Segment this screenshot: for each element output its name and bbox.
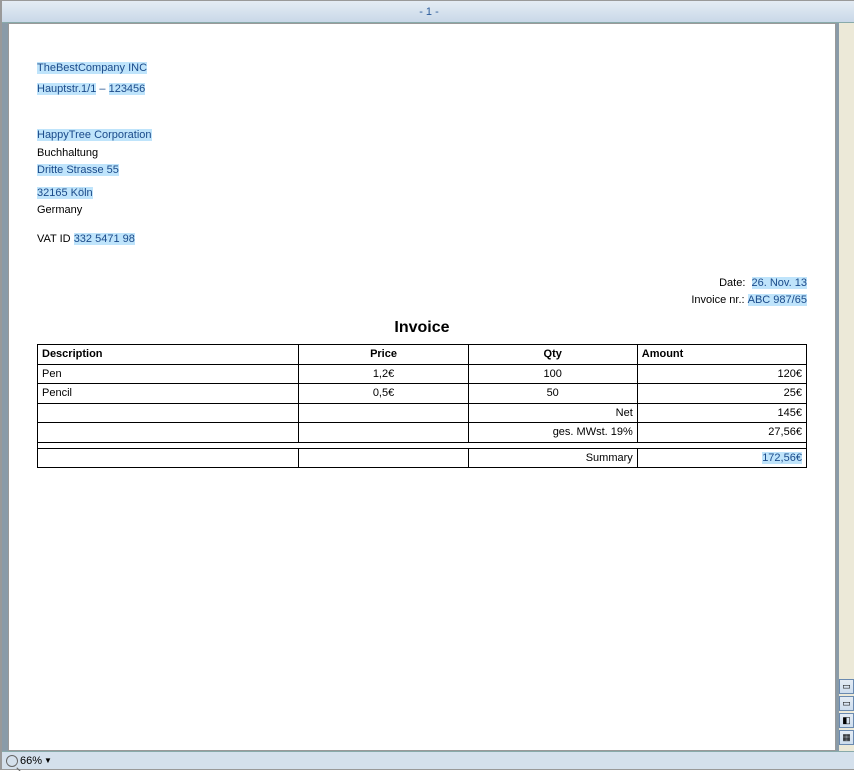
tool-button-4[interactable]: ▦ — [839, 730, 854, 745]
net-value: 145€ — [637, 403, 806, 423]
doc-city: 32165 Köln — [37, 187, 93, 199]
tool-button-3[interactable]: ◧ — [839, 713, 854, 728]
zoom-icon — [6, 755, 18, 767]
table-row: Pencil0,5€5025€ — [38, 384, 807, 404]
doc-vertical-scrollbar[interactable] — [839, 23, 854, 751]
doc-addr-zip: 123456 — [109, 83, 146, 95]
viewer-tools: ▭ ▭ ◧ ▦ — [839, 679, 854, 745]
doc-invoice-title: Invoice — [37, 316, 807, 340]
document-page: TheBestCompany INC Hauptstr.1/1 – 123456… — [8, 23, 836, 751]
doc-date-label: Date: — [719, 277, 745, 289]
doc-horizontal-scrollbar[interactable] — [56, 752, 854, 769]
foot-acc-label: Account No — [692, 750, 749, 751]
sum-value: 172,56€ — [762, 452, 802, 464]
doc-vat-label: VAT ID — [37, 233, 71, 245]
doc-addr-line: Hauptstr.1/1 — [37, 83, 96, 95]
doc-company: TheBestCompany INC — [37, 62, 147, 74]
th-desc: Description — [38, 345, 299, 365]
page-indicator: - 1 - — [2, 1, 854, 23]
doc-date-value: 26. Nov. 13 — [752, 277, 807, 289]
doc-invnr-value: ABC 987/65 — [748, 294, 807, 306]
th-price: Price — [299, 345, 468, 365]
doc-vat-value: 332 5471 98 — [74, 233, 135, 245]
invoice-table: Description Price Qty Amount Pen1,2€1001… — [37, 344, 807, 468]
table-row: Pen1,2€100120€ — [38, 364, 807, 384]
tax-label: ges. MWst. 19% — [468, 423, 637, 443]
foot-acc-value: 987654320 — [752, 750, 807, 751]
doc-recipient: HappyTree Corporation — [37, 129, 152, 141]
foot-bank-value: 12-45-78 — [639, 750, 683, 751]
foot-bank-label: Bank Code — [582, 750, 636, 751]
tax-value: 27,56€ — [637, 423, 806, 443]
doc-street: Dritte Strasse 55 — [37, 164, 119, 176]
tool-button-2[interactable]: ▭ — [839, 696, 854, 711]
zoom-value: 66% — [20, 755, 42, 767]
net-label: Net — [468, 403, 637, 423]
zoom-dropdown-icon[interactable]: ▼ — [44, 756, 52, 765]
doc-addr-sep: – — [99, 83, 108, 95]
doc-country: Germany — [37, 202, 807, 219]
tool-button-1[interactable]: ▭ — [839, 679, 854, 694]
sum-label: Summary — [468, 448, 637, 468]
th-amount: Amount — [637, 345, 806, 365]
doc-invnr-label: Invoice nr.: — [691, 294, 744, 306]
th-qty: Qty — [468, 345, 637, 365]
document-viewer: - 1 - TheBestCompany INC Hauptstr.1/1 – … — [2, 1, 854, 769]
doc-dept: Buchhaltung — [37, 145, 807, 162]
